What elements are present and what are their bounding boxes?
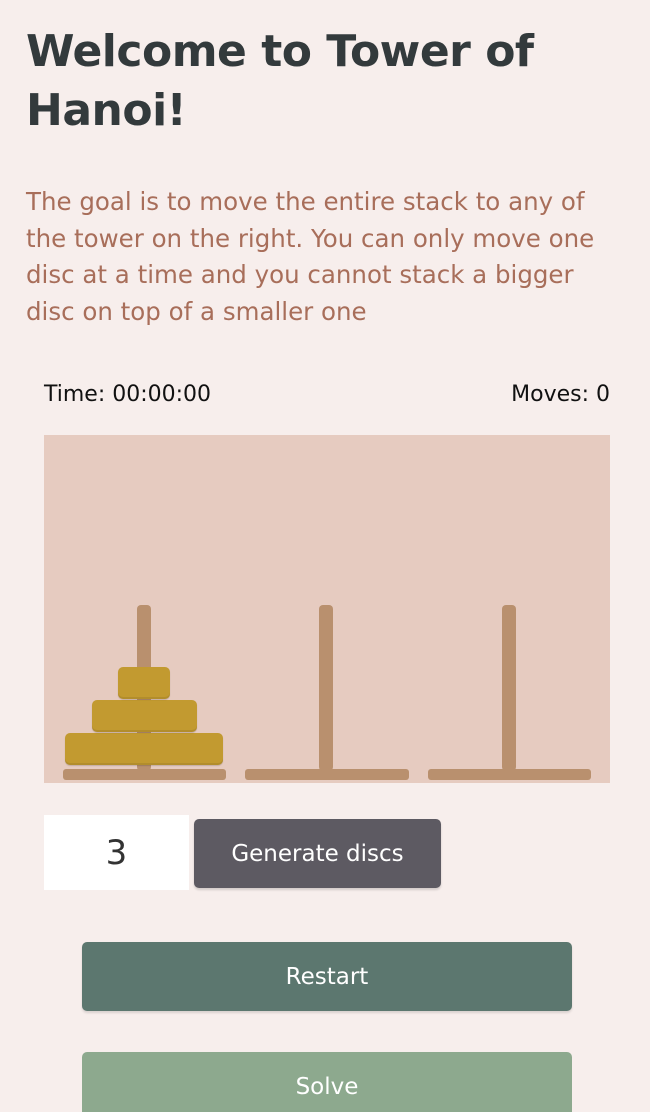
generate-discs-button[interactable]: Generate discs [194,819,441,888]
disc-count-input[interactable] [44,815,189,890]
game-board [44,435,610,783]
timer-display: Time: 00:00:00 [44,382,212,407]
disc-3[interactable] [65,733,223,765]
disc-2[interactable] [91,700,197,732]
moves-counter: Moves: 0 [511,382,610,407]
stats-bar: Time: 00:00:00 Moves: 0 [44,378,610,412]
game-description: The goal is to move the entire stack to … [26,187,595,326]
page: Welcome to Tower of Hanoi! The goal is t… [0,0,650,1112]
tower-2-rod[interactable] [319,605,333,771]
restart-button[interactable]: Restart [82,942,572,1011]
tower-3-rod[interactable] [502,605,516,771]
disc-1[interactable] [118,667,170,699]
solve-button[interactable]: Solve [82,1052,572,1112]
page-title: Welcome to Tower of Hanoi! [26,26,534,136]
